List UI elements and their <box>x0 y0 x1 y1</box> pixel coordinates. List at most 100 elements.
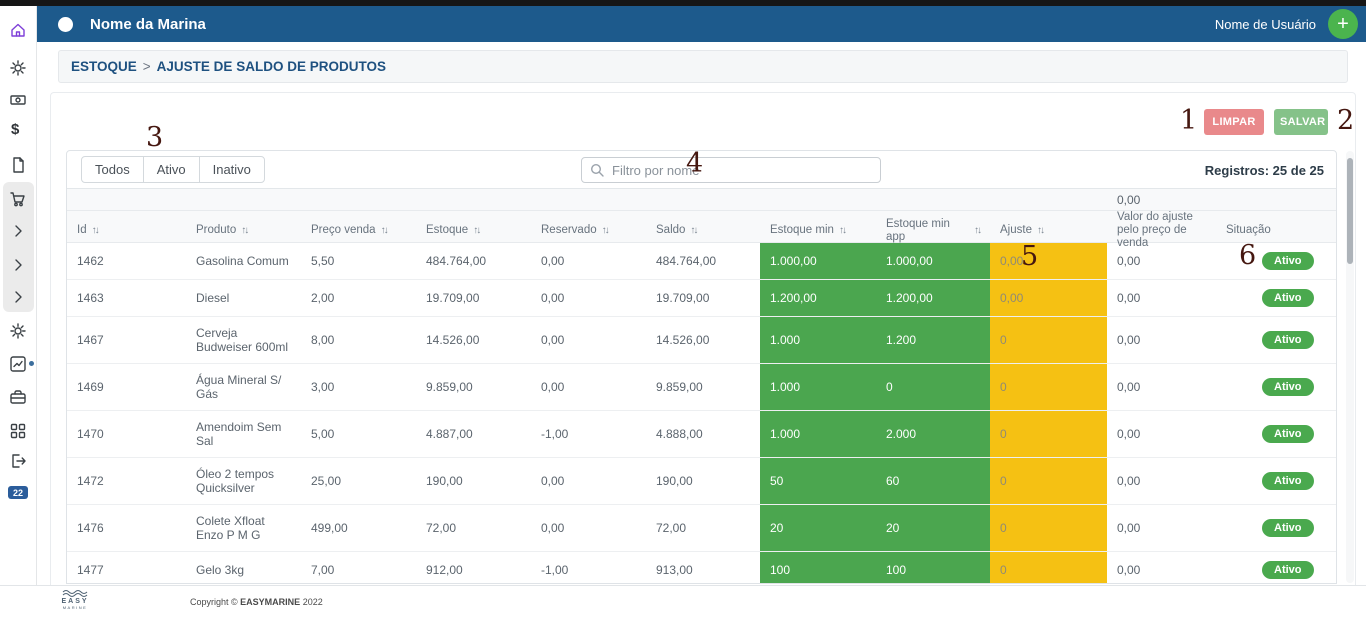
cell-product: Gelo 3kg <box>186 552 301 584</box>
cell-adjust[interactable]: 0 <box>990 411 1107 457</box>
top-navbar: Nome da Marina Nome de Usuário + <box>37 6 1366 42</box>
cell-adjust[interactable]: 0 <box>990 505 1107 551</box>
user-name[interactable]: Nome de Usuário <box>1215 17 1316 32</box>
cell-stock: 9.859,00 <box>416 364 531 410</box>
cell-id: 1463 <box>67 280 186 316</box>
cell-adjust_value: 0,00 <box>1107 364 1216 410</box>
cell-id: 1477 <box>67 552 186 584</box>
cell-balance: 19.709,00 <box>646 280 760 316</box>
cell-min_app: 2.000 <box>876 411 990 457</box>
cell-balance: 190,00 <box>646 458 760 504</box>
chevron-right-icon[interactable] <box>9 288 27 306</box>
table-row: 1477Gelo 3kg7,00912,00-1,00913,001001000… <box>67 552 1336 584</box>
tab-inativo[interactable]: Inativo <box>199 156 265 183</box>
search-input[interactable] <box>581 157 881 183</box>
cell-min: 1.000 <box>760 411 876 457</box>
cell-adjust[interactable]: 0 <box>990 317 1107 363</box>
gear-icon[interactable] <box>9 322 27 340</box>
home-icon[interactable] <box>9 21 27 39</box>
cell-price: 5,00 <box>301 411 416 457</box>
cell-balance: 913,00 <box>646 552 760 584</box>
col-label: Id <box>77 224 87 237</box>
table-row: 1467Cerveja Budweiser 600ml8,0014.526,00… <box>67 317 1336 364</box>
banknote-icon[interactable] <box>9 91 27 109</box>
cell-status: Ativo <box>1216 280 1337 316</box>
tab-todos[interactable]: Todos <box>81 156 144 183</box>
notification-badge[interactable]: 22 <box>8 486 28 499</box>
annotation-6: 6 <box>1239 242 1256 269</box>
cell-adjust[interactable]: 0 <box>990 458 1107 504</box>
totals-cell <box>876 189 990 210</box>
annotation-3: 3 <box>146 124 163 151</box>
totals-cell <box>760 189 876 210</box>
status-badge[interactable]: Ativo <box>1262 331 1314 349</box>
cell-reserved: -1,00 <box>531 552 646 584</box>
logout-icon[interactable] <box>9 452 27 470</box>
status-badge[interactable]: Ativo <box>1262 425 1314 443</box>
clear-button[interactable]: LIMPAR <box>1204 109 1264 135</box>
app-window: $ 22 ? Nome da Marina Nome de Usuário <box>0 0 1366 619</box>
totals-cell <box>301 189 416 210</box>
cell-id: 1469 <box>67 364 186 410</box>
cell-status: Ativo <box>1216 411 1337 457</box>
status-badge[interactable]: Ativo <box>1262 519 1314 537</box>
cell-min_app: 1.000,00 <box>876 243 990 279</box>
cell-product: Colete Xfloat Enzo P M G <box>186 505 301 551</box>
cell-adjust[interactable]: 0 <box>990 364 1107 410</box>
cell-adjust[interactable]: 0,00 <box>990 280 1107 316</box>
cell-product: Cerveja Budweiser 600ml <box>186 317 301 363</box>
cell-min_app: 0 <box>876 364 990 410</box>
sort-icon[interactable]: ↑↓ <box>1037 224 1043 237</box>
document-icon[interactable] <box>9 156 27 174</box>
cell-reserved: 0,00 <box>531 243 646 279</box>
cell-price: 5,50 <box>301 243 416 279</box>
cell-reserved: 0,00 <box>531 458 646 504</box>
marina-logo-circle <box>58 17 73 32</box>
status-badge[interactable]: Ativo <box>1262 289 1314 307</box>
cell-stock: 14.526,00 <box>416 317 531 363</box>
sort-icon[interactable]: ↑↓ <box>473 224 479 237</box>
totals-cell <box>646 189 760 210</box>
sort-icon[interactable]: ↑↓ <box>241 224 247 237</box>
easymarine-logo: EASY MARINE <box>58 589 92 610</box>
cell-adjust_value: 0,00 <box>1107 458 1216 504</box>
cell-balance: 72,00 <box>646 505 760 551</box>
tab-ativo[interactable]: Ativo <box>143 156 200 183</box>
status-filter-tabs: Todos Ativo Inativo <box>81 156 265 183</box>
cell-id: 1467 <box>67 317 186 363</box>
cell-status: Ativo <box>1216 364 1337 410</box>
sidebar: $ 22 ? <box>0 6 37 585</box>
dollar-icon[interactable]: $ <box>11 121 19 138</box>
status-badge[interactable]: Ativo <box>1262 472 1314 490</box>
status-badge[interactable]: Ativo <box>1262 561 1314 579</box>
save-button[interactable]: SALVAR <box>1274 109 1328 135</box>
chevron-right-icon[interactable] <box>9 222 27 240</box>
gear-icon[interactable] <box>9 59 27 77</box>
cell-adjust[interactable]: 0 <box>990 552 1107 584</box>
sort-icon[interactable]: ↑↓ <box>974 224 980 237</box>
sort-icon[interactable]: ↑↓ <box>381 224 387 237</box>
page-title: AJUSTE DE SALDO DE PRODUTOS <box>157 59 386 74</box>
cell-status: Ativo <box>1216 458 1337 504</box>
status-badge[interactable]: Ativo <box>1262 252 1314 270</box>
grid-icon[interactable] <box>9 422 27 440</box>
search-field <box>581 157 881 183</box>
cell-adjust[interactable]: 0,00 <box>990 243 1107 279</box>
cart-icon[interactable] <box>9 190 27 208</box>
briefcase-icon[interactable] <box>9 388 27 406</box>
cell-min_app: 20 <box>876 505 990 551</box>
chart-icon[interactable] <box>9 355 27 373</box>
scrollbar-thumb[interactable] <box>1347 158 1353 264</box>
sort-icon[interactable]: ↑↓ <box>602 224 608 237</box>
status-badge[interactable]: Ativo <box>1262 378 1314 396</box>
totals-row: 0,00 <box>67 189 1336 211</box>
records-count: Registros: 25 de 25 <box>1205 151 1324 189</box>
add-button[interactable]: + <box>1328 9 1358 39</box>
sort-icon[interactable]: ↑↓ <box>92 224 98 237</box>
totals-cell <box>990 189 1107 210</box>
cell-price: 2,00 <box>301 280 416 316</box>
sort-icon[interactable]: ↑↓ <box>690 224 696 237</box>
chevron-right-icon[interactable] <box>9 256 27 274</box>
sort-icon[interactable]: ↑↓ <box>839 224 845 237</box>
annotation-2: 2 <box>1337 107 1354 134</box>
